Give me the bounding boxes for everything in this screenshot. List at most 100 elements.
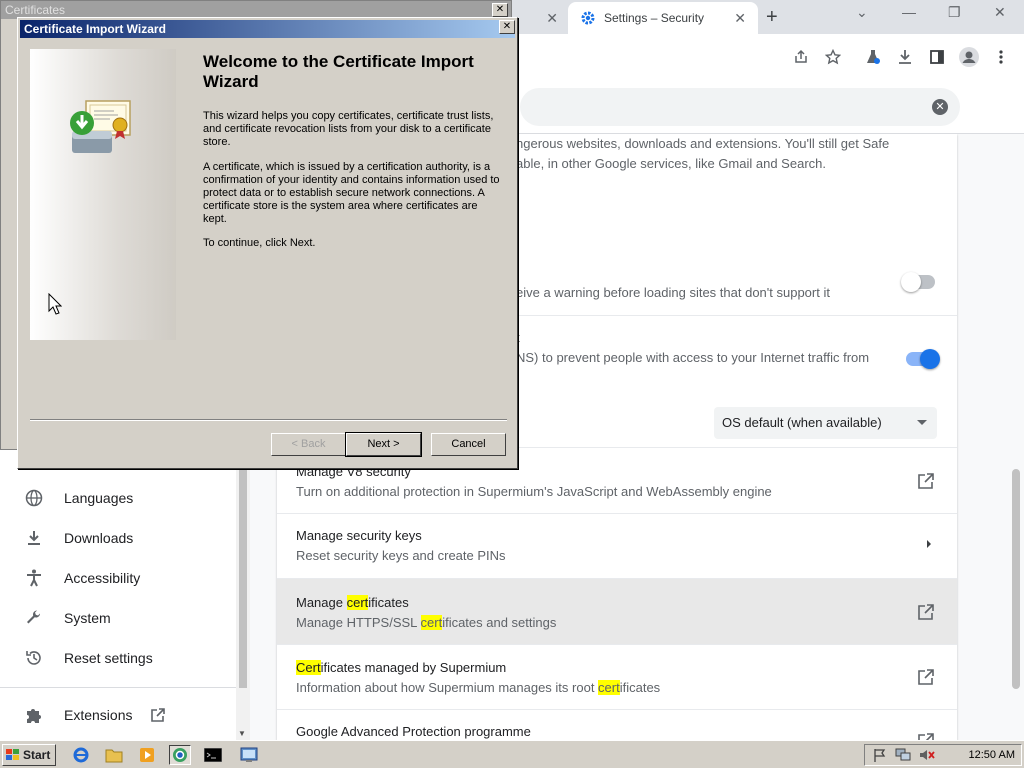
sidebar-item-label: Languages <box>64 490 134 506</box>
side-panel-icon[interactable] <box>926 46 948 68</box>
sidebar-item-system[interactable]: System <box>0 598 236 638</box>
row-desc: Manage HTTPS/SSL certificates and settin… <box>296 615 557 630</box>
menu-kebab-icon[interactable] <box>990 46 1012 68</box>
taskbar: Start 12:50 AM <box>0 740 1024 768</box>
dns-provider-select[interactable]: OS default (when available) <box>714 407 937 439</box>
restore-button[interactable]: ❐ <box>948 4 961 21</box>
internet-explorer-icon[interactable] <box>70 745 92 765</box>
scroll-down-arrow-icon[interactable]: ▼ <box>238 729 246 738</box>
scrollbar-thumb[interactable] <box>1012 469 1020 689</box>
close-window-button[interactable]: ✕ <box>994 4 1006 21</box>
manage-security-keys-row[interactable]: Manage security keys Reset security keys… <box>277 513 957 578</box>
new-tab-button[interactable]: + <box>766 6 778 29</box>
tab-title: Settings – Security <box>604 11 705 25</box>
tab-close-icon[interactable]: ✕ <box>734 10 746 27</box>
chevron-right-icon <box>925 538 935 556</box>
settings-gear-icon <box>580 10 596 26</box>
tab-close-icon[interactable]: ✕ <box>546 10 558 27</box>
taskbar-clock[interactable]: 12:50 AM <box>969 749 1015 761</box>
action-center-flag-icon[interactable] <box>873 748 887 765</box>
supermium-browser-icon[interactable] <box>169 745 191 765</box>
cancel-button[interactable]: Cancel <box>431 433 506 456</box>
row-title: Certificates managed by Supermium <box>296 660 507 675</box>
command-prompt-icon[interactable] <box>202 745 224 765</box>
row-title: Manage security keys <box>296 528 422 543</box>
globe-icon <box>24 488 44 508</box>
windows-logo-icon <box>6 749 20 761</box>
sidebar-item-label: Reset settings <box>64 650 153 666</box>
advanced-protection-row[interactable]: Google Advanced Protection programme <box>277 709 957 740</box>
puzzle-icon <box>24 705 44 725</box>
search-highlight: cert <box>420 615 443 630</box>
sidebar-item-languages[interactable]: Languages <box>0 478 236 518</box>
sidebar-item-downloads[interactable]: Downloads <box>0 518 236 558</box>
tab-search-button[interactable]: ⌄ <box>856 4 868 21</box>
network-icon[interactable] <box>895 748 911 765</box>
row-desc: Reset security keys and create PINs <box>296 548 506 563</box>
sidebar-item-label: Accessibility <box>64 570 141 586</box>
back-button[interactable]: < Back <box>271 433 346 456</box>
safe-browsing-desc-line1: ngerous websites, downloads and extensio… <box>516 136 890 151</box>
wizard-paragraph-3: To continue, click Next. <box>203 237 316 249</box>
tab-previous[interactable]: ✕ <box>520 2 568 34</box>
dns-provider-value: OS default (when available) <box>722 415 882 430</box>
dialog-close-button[interactable]: ✕ <box>492 3 508 17</box>
row-desc: Information about how Supermium manages … <box>296 680 661 695</box>
download-icon <box>24 528 44 548</box>
certificate-import-wizard: Certificate Import Wizard ✕ Welcome to t… <box>17 17 518 469</box>
dropdown-arrow-icon <box>917 420 927 425</box>
sidebar-item-extensions[interactable]: Extensions <box>0 695 236 735</box>
system-tray: 12:50 AM <box>864 744 1022 766</box>
secure-dns-toggle[interactable] <box>906 349 940 369</box>
start-button[interactable]: Start <box>2 744 56 766</box>
sidebar-item-reset-settings[interactable]: Reset settings <box>0 638 236 678</box>
wrench-icon <box>24 608 44 628</box>
secure-dns-desc: NS) to prevent people with access to you… <box>516 350 870 365</box>
labs-flask-icon[interactable] <box>862 46 884 68</box>
https-first-desc: eive a warning before loading sites that… <box>516 285 830 300</box>
wizard-paragraph-2: A certificate, which is issued by a cert… <box>203 161 500 225</box>
wizard-paragraph-1: This wizard helps you copy certificates,… <box>203 110 494 148</box>
toggle-knob <box>901 272 921 292</box>
page-scrollbar[interactable] <box>1008 134 1024 740</box>
sidebar-item-label: Downloads <box>64 530 134 546</box>
search-highlight: cert <box>598 680 620 695</box>
bookmark-star-icon[interactable] <box>822 46 844 68</box>
manage-certificates-row[interactable]: Manage certificates Manage HTTPS/SSL cer… <box>277 578 957 644</box>
wizard-separator <box>30 419 507 421</box>
volume-muted-icon[interactable] <box>919 748 935 765</box>
explorer-folder-icon[interactable] <box>103 745 125 765</box>
external-link-icon <box>917 668 935 686</box>
next-button[interactable]: Next > <box>345 432 422 457</box>
sidebar-item-label: System <box>64 610 111 626</box>
external-link-icon <box>917 732 935 740</box>
accessibility-icon <box>24 568 44 588</box>
share-icon[interactable] <box>790 46 812 68</box>
external-link-icon <box>917 603 935 621</box>
mouse-cursor-icon <box>48 292 63 315</box>
search-highlight: cert <box>346 595 369 610</box>
row-desc: Turn on additional protection in Supermi… <box>296 484 772 499</box>
media-player-icon[interactable] <box>136 745 158 765</box>
download-icon[interactable] <box>894 46 916 68</box>
wizard-title: Certificate Import Wizard <box>20 20 515 38</box>
sidebar-item-accessibility[interactable]: Accessibility <box>0 558 236 598</box>
tab-settings-security[interactable]: Settings – Security ✕ <box>568 2 758 34</box>
safe-browsing-desc-line2: able, in other Google services, like Gma… <box>516 156 826 171</box>
wizard-close-button[interactable]: ✕ <box>499 20 515 34</box>
https-first-toggle[interactable] <box>901 272 935 292</box>
toggle-knob <box>920 349 940 369</box>
settings-search-input[interactable]: ✕ <box>520 88 960 126</box>
certificates-managed-row[interactable]: Certificates managed by Supermium Inform… <box>277 644 957 709</box>
certificate-mmc-icon[interactable] <box>238 745 260 765</box>
wizard-heading: Welcome to the Certificate Import Wizard <box>203 52 474 91</box>
start-label: Start <box>23 748 51 762</box>
profile-avatar-icon[interactable] <box>958 46 980 68</box>
clear-search-icon[interactable]: ✕ <box>932 99 948 115</box>
external-link-icon <box>150 707 166 723</box>
search-highlight: Cert <box>296 660 321 675</box>
minimize-button[interactable]: — <box>902 4 916 20</box>
row-title: Google Advanced Protection programme <box>296 724 531 739</box>
sidebar-divider <box>0 687 236 688</box>
certificate-import-icon <box>68 97 136 162</box>
